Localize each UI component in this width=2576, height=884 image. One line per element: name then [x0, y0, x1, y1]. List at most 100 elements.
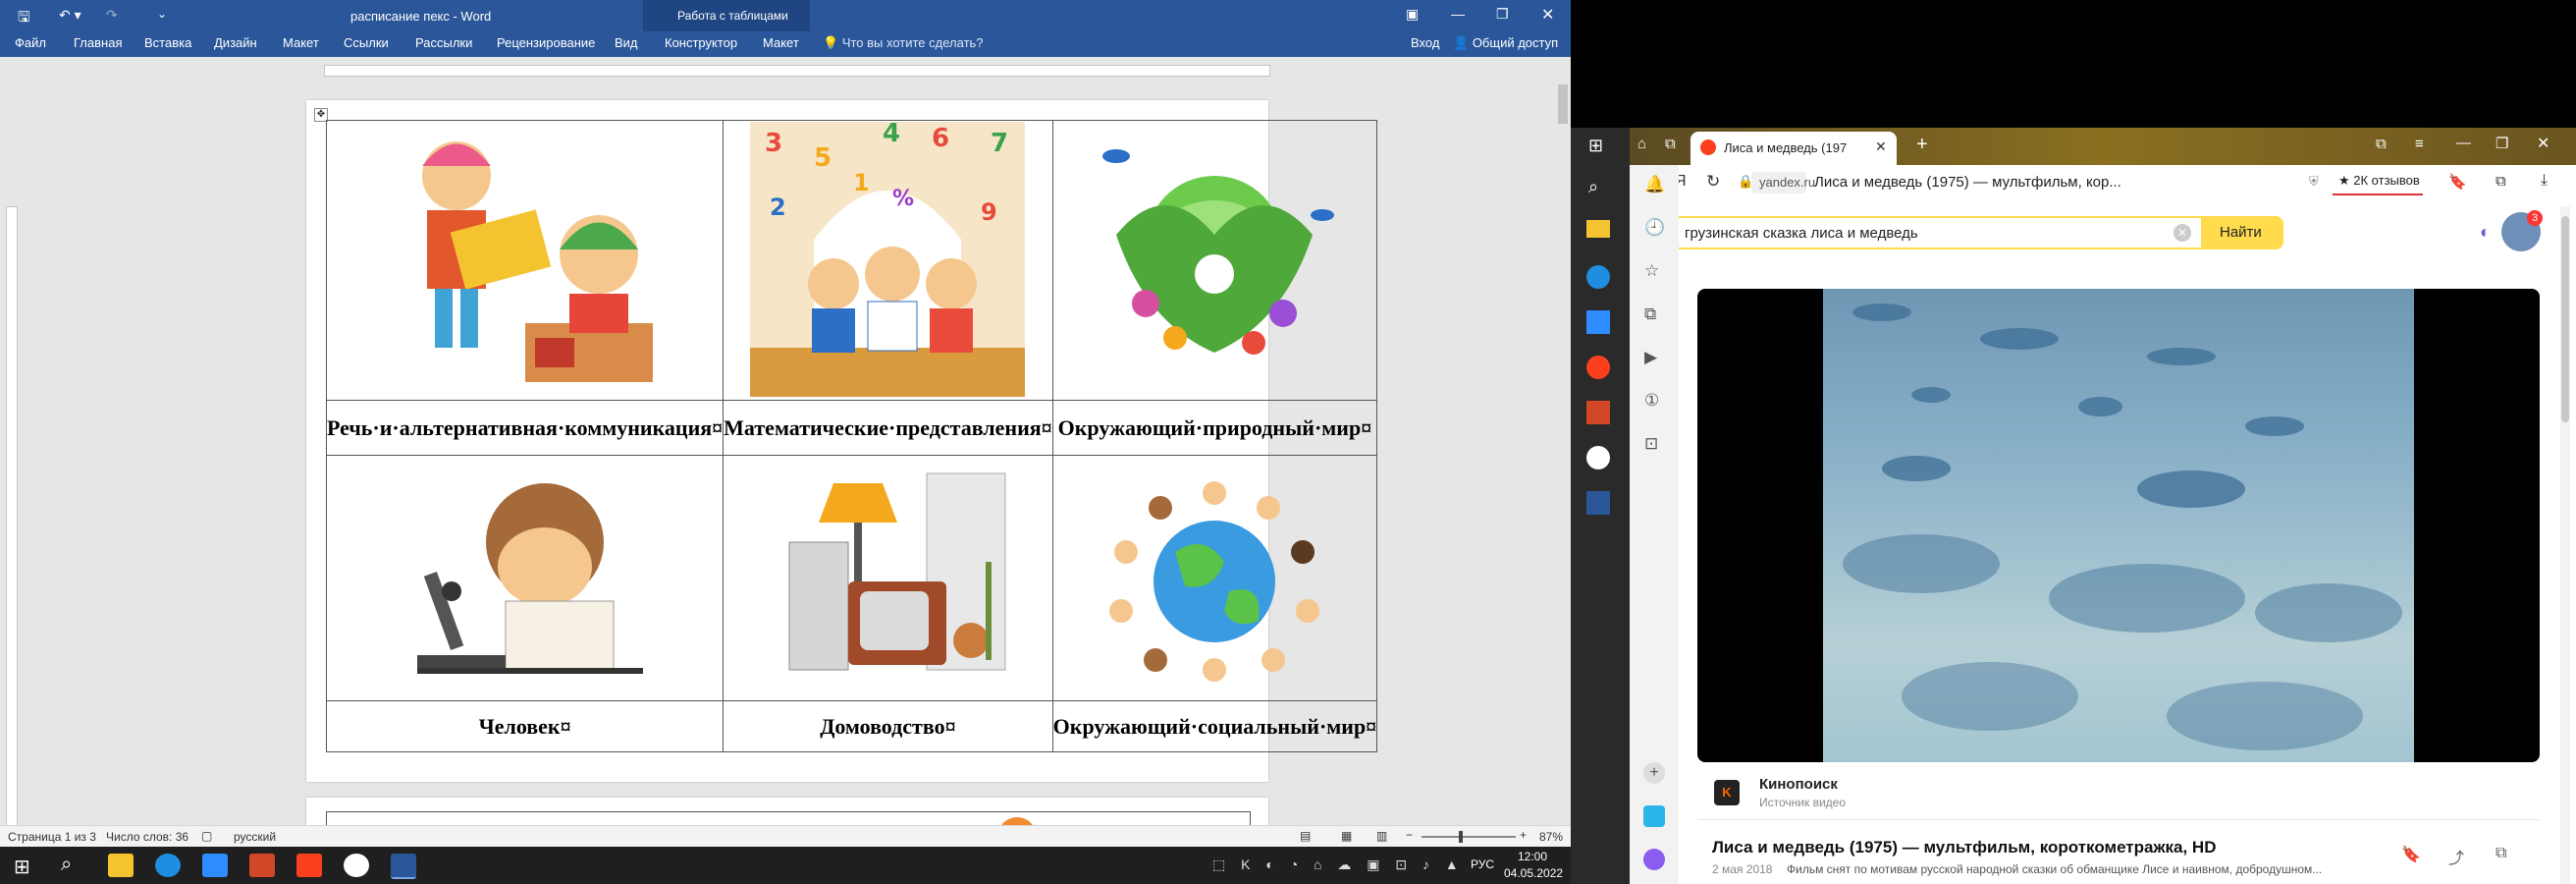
vertical-scrollbar[interactable] — [1555, 79, 1571, 825]
share-button[interactable]: 👤 Общий доступ — [1453, 35, 1558, 51]
table-cell-image[interactable] — [723, 455, 1053, 701]
powerpoint-icon-2[interactable] — [1586, 401, 1610, 424]
tabs-icon[interactable]: ⧉ — [1665, 136, 1676, 152]
result-title[interactable]: Лиса и медведь (1975) — мультфильм, коро… — [1712, 838, 2216, 857]
zoom-in-button[interactable]: + — [1520, 828, 1527, 842]
search-icon-2[interactable]: ⌕ — [1588, 177, 1598, 197]
yandex-browser-icon-2[interactable] — [1586, 446, 1610, 470]
file-explorer-icon-2[interactable] — [1586, 220, 1610, 238]
tell-me-search[interactable]: 💡 Что вы хотите сделать? — [823, 35, 984, 51]
clock-time[interactable]: 12:00 — [1518, 850, 1547, 863]
language-indicator[interactable]: русский — [234, 830, 276, 844]
tab-close-icon[interactable]: ✕ — [1875, 138, 1887, 155]
reload-icon[interactable]: ↻ — [1706, 172, 1720, 192]
tab-review[interactable]: Рецензирование — [497, 35, 595, 50]
messenger-icon[interactable] — [1643, 805, 1665, 827]
download-icon[interactable]: ⤓ — [2541, 172, 2548, 190]
edge-icon[interactable] — [155, 854, 181, 877]
yandex-icon-2[interactable] — [1586, 356, 1610, 379]
reviews-badge[interactable]: ★ 2К отзывов — [2333, 170, 2423, 195]
browser-scrollbar[interactable] — [2560, 206, 2570, 884]
restore-icon[interactable]: ❐ — [1496, 6, 1509, 23]
zoom-out-button[interactable]: − — [1406, 828, 1413, 842]
windows-start-icon[interactable]: ⊞ — [14, 855, 30, 879]
windows-start-icon-2[interactable]: ⊞ — [1588, 136, 1608, 155]
tab-table-layout[interactable]: Макет — [763, 35, 799, 50]
security-icon[interactable]: ⛨ — [2309, 174, 2319, 190]
search-button[interactable]: Найти — [2203, 216, 2283, 249]
share-icon[interactable]: ⤴ — [2448, 845, 2464, 868]
edge-icon-2[interactable] — [1586, 265, 1610, 289]
tab-mailings[interactable]: Рассылки — [415, 35, 472, 50]
zoom-icon[interactable] — [202, 854, 228, 877]
page-count[interactable]: Страница 1 из 3 — [8, 830, 96, 844]
calendar-icon[interactable]: ① — [1644, 391, 1659, 411]
media-icon[interactable]: ▶ — [1644, 348, 1657, 367]
tray-icons[interactable]: ⬚ K ◐ ◔ ⌂ ☁ ▣ ⊡ ♪ ▲ — [1212, 856, 1465, 873]
powerpoint-icon[interactable] — [249, 854, 275, 877]
more-icon[interactable]: ⧉ — [2496, 845, 2506, 862]
horizontal-ruler[interactable] — [0, 57, 1571, 79]
notifications-icon[interactable]: 🔔 — [1644, 175, 1665, 194]
table-cell-image[interactable] — [325, 455, 724, 701]
browser-minimize-icon[interactable]: — — [2456, 135, 2471, 151]
clear-search-icon[interactable]: ✕ — [2174, 224, 2191, 242]
redo-icon[interactable]: ↷ — [106, 7, 118, 24]
word-taskbar-icon-2[interactable] — [1586, 491, 1610, 515]
tab-home[interactable]: Главная — [74, 35, 122, 50]
yandex-icon[interactable] — [296, 854, 322, 877]
yandex-home-icon[interactable]: ⌂ — [1637, 136, 1646, 152]
vertical-ruler[interactable] — [0, 79, 22, 847]
kinopoisk-logo-icon[interactable]: K — [1714, 780, 1740, 805]
search-icon[interactable]: ⌕ — [61, 854, 72, 876]
tab-insert[interactable]: Вставка — [144, 35, 191, 50]
minimize-icon[interactable]: — — [1451, 6, 1465, 22]
screenshot-icon[interactable]: ⊡ — [1644, 434, 1658, 454]
zoom-icon-2[interactable] — [1586, 310, 1610, 334]
zoom-slider-thumb[interactable] — [1459, 831, 1463, 843]
print-layout-icon[interactable]: ▦ — [1341, 829, 1352, 843]
tab-file[interactable]: Файл — [15, 35, 46, 50]
clock-date[interactable]: 04.05.2022 — [1504, 866, 1563, 880]
document-page[interactable]: ✥ 3 5 4 6 7 2 1 % 9 Речь·и·альтернативна… — [306, 100, 1378, 782]
tab-references[interactable]: Ссылки — [344, 35, 389, 50]
table-cell-image[interactable] — [325, 120, 724, 401]
alice-side-icon[interactable] — [1643, 849, 1665, 870]
browser-close-icon[interactable]: ✕ — [2537, 134, 2549, 153]
table-cell-label[interactable]: Окружающий·социальный·мир¤ — [1051, 700, 1378, 752]
table-cell-label[interactable]: Математические·представления¤ — [723, 400, 1053, 456]
zoom-slider[interactable] — [1422, 831, 1516, 843]
collections-icon[interactable]: ⧉ — [2496, 173, 2506, 190]
new-tab-button[interactable]: + — [1916, 134, 1928, 156]
read-mode-icon[interactable]: ▤ — [1300, 829, 1311, 843]
table-cell-label[interactable]: Домоводство¤ — [723, 700, 1053, 752]
input-language[interactable]: РУС — [1471, 857, 1494, 871]
sign-in-link[interactable]: Вход — [1411, 35, 1439, 50]
table-cell-image[interactable] — [1051, 455, 1378, 701]
save-icon[interactable]: 🖫 — [18, 7, 30, 31]
ribbon-display-icon[interactable]: ▣ — [1406, 6, 1419, 23]
history-icon[interactable]: 🕘 — [1644, 218, 1665, 238]
address-page-title[interactable]: Лиса и медведь (1975) — мультфильм, кор.… — [1814, 174, 2121, 191]
save-bookmark-icon[interactable]: 🔖 — [2401, 845, 2421, 864]
table-cell-label[interactable]: Речь·и·альтернативная·коммуникация¤ — [325, 400, 724, 456]
zoom-level[interactable]: 87% — [1539, 830, 1563, 844]
collections-side-icon[interactable]: ⧉ — [1644, 304, 1656, 324]
file-explorer-icon[interactable] — [108, 854, 134, 877]
word-taskbar-icon[interactable] — [391, 854, 416, 879]
browser-menu-icon[interactable]: ≡ — [2415, 136, 2424, 152]
scrollbar-thumb[interactable] — [1558, 84, 1568, 124]
tab-table-design[interactable]: Конструктор — [665, 35, 737, 50]
table-cell-label[interactable]: Окружающий·природный·мир¤ — [1051, 400, 1378, 456]
browser-restore-icon[interactable]: ❐ — [2496, 135, 2508, 152]
bookmark-icon[interactable]: 🔖 — [2448, 173, 2467, 191]
search-input[interactable]: грузинская сказка лиса и медведь ✕ — [1673, 216, 2203, 249]
web-layout-icon[interactable]: ▥ — [1376, 829, 1387, 843]
table-cell-image[interactable]: 3 5 4 6 7 2 1 % 9 — [723, 119, 1053, 401]
qat-customize-icon[interactable]: ⌄ — [157, 7, 167, 21]
favorites-icon[interactable]: ☆ — [1644, 261, 1659, 281]
word-count[interactable]: Число слов: 36 — [106, 830, 188, 844]
add-panel-button[interactable]: + — [1643, 762, 1665, 784]
proofing-icon[interactable]: ▢ — [201, 829, 212, 843]
table-cell-image[interactable] — [1051, 120, 1378, 401]
